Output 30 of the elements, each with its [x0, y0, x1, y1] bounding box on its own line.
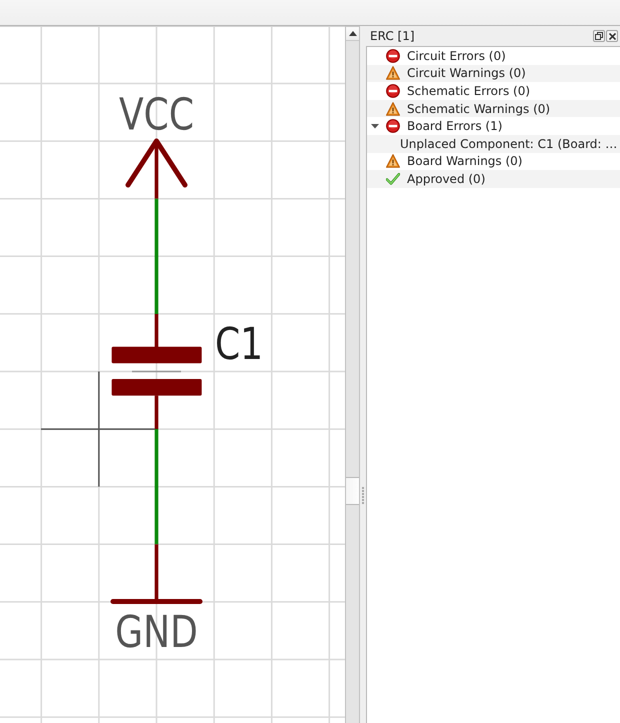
splitter-handle[interactable] [360, 26, 366, 723]
error-icon [386, 119, 400, 134]
tree-item[interactable]: Unplaced Component: C1 (Board: … [367, 134, 620, 153]
expand-arrow-icon[interactable] [371, 122, 379, 130]
pin-line [154, 314, 158, 347]
panel-title: ERC [1] [370, 29, 415, 43]
tree-item[interactable]: Board Warnings (0) [367, 152, 620, 170]
error-icon [386, 48, 400, 63]
warning-icon [386, 154, 400, 168]
tree-item[interactable]: Schematic Warnings (0) [367, 100, 620, 118]
close-button[interactable] [606, 30, 618, 42]
pin-line [154, 544, 158, 602]
supply-label: VCC [118, 90, 194, 140]
tree-item[interactable]: Circuit Warnings (0) [367, 64, 620, 82]
origin-line [132, 370, 181, 372]
tree-item[interactable]: Approved (0) [367, 170, 620, 188]
schematic-canvas[interactable]: VCC C1 GND [0, 26, 345, 723]
scrollbar-thumb[interactable] [346, 477, 359, 505]
pin-line [154, 396, 158, 429]
float-button[interactable] [593, 30, 605, 42]
warning-icon [386, 102, 400, 116]
error-icon [386, 84, 400, 98]
ground-label: GND [115, 608, 198, 658]
close-icon [608, 32, 616, 40]
up-arrow-icon [348, 31, 356, 36]
scroll-up-button[interactable] [346, 27, 359, 41]
overlapping-squares-icon [595, 32, 603, 40]
warning-icon [386, 66, 400, 80]
check-icon [386, 172, 400, 185]
component-label: C1 [215, 320, 264, 370]
